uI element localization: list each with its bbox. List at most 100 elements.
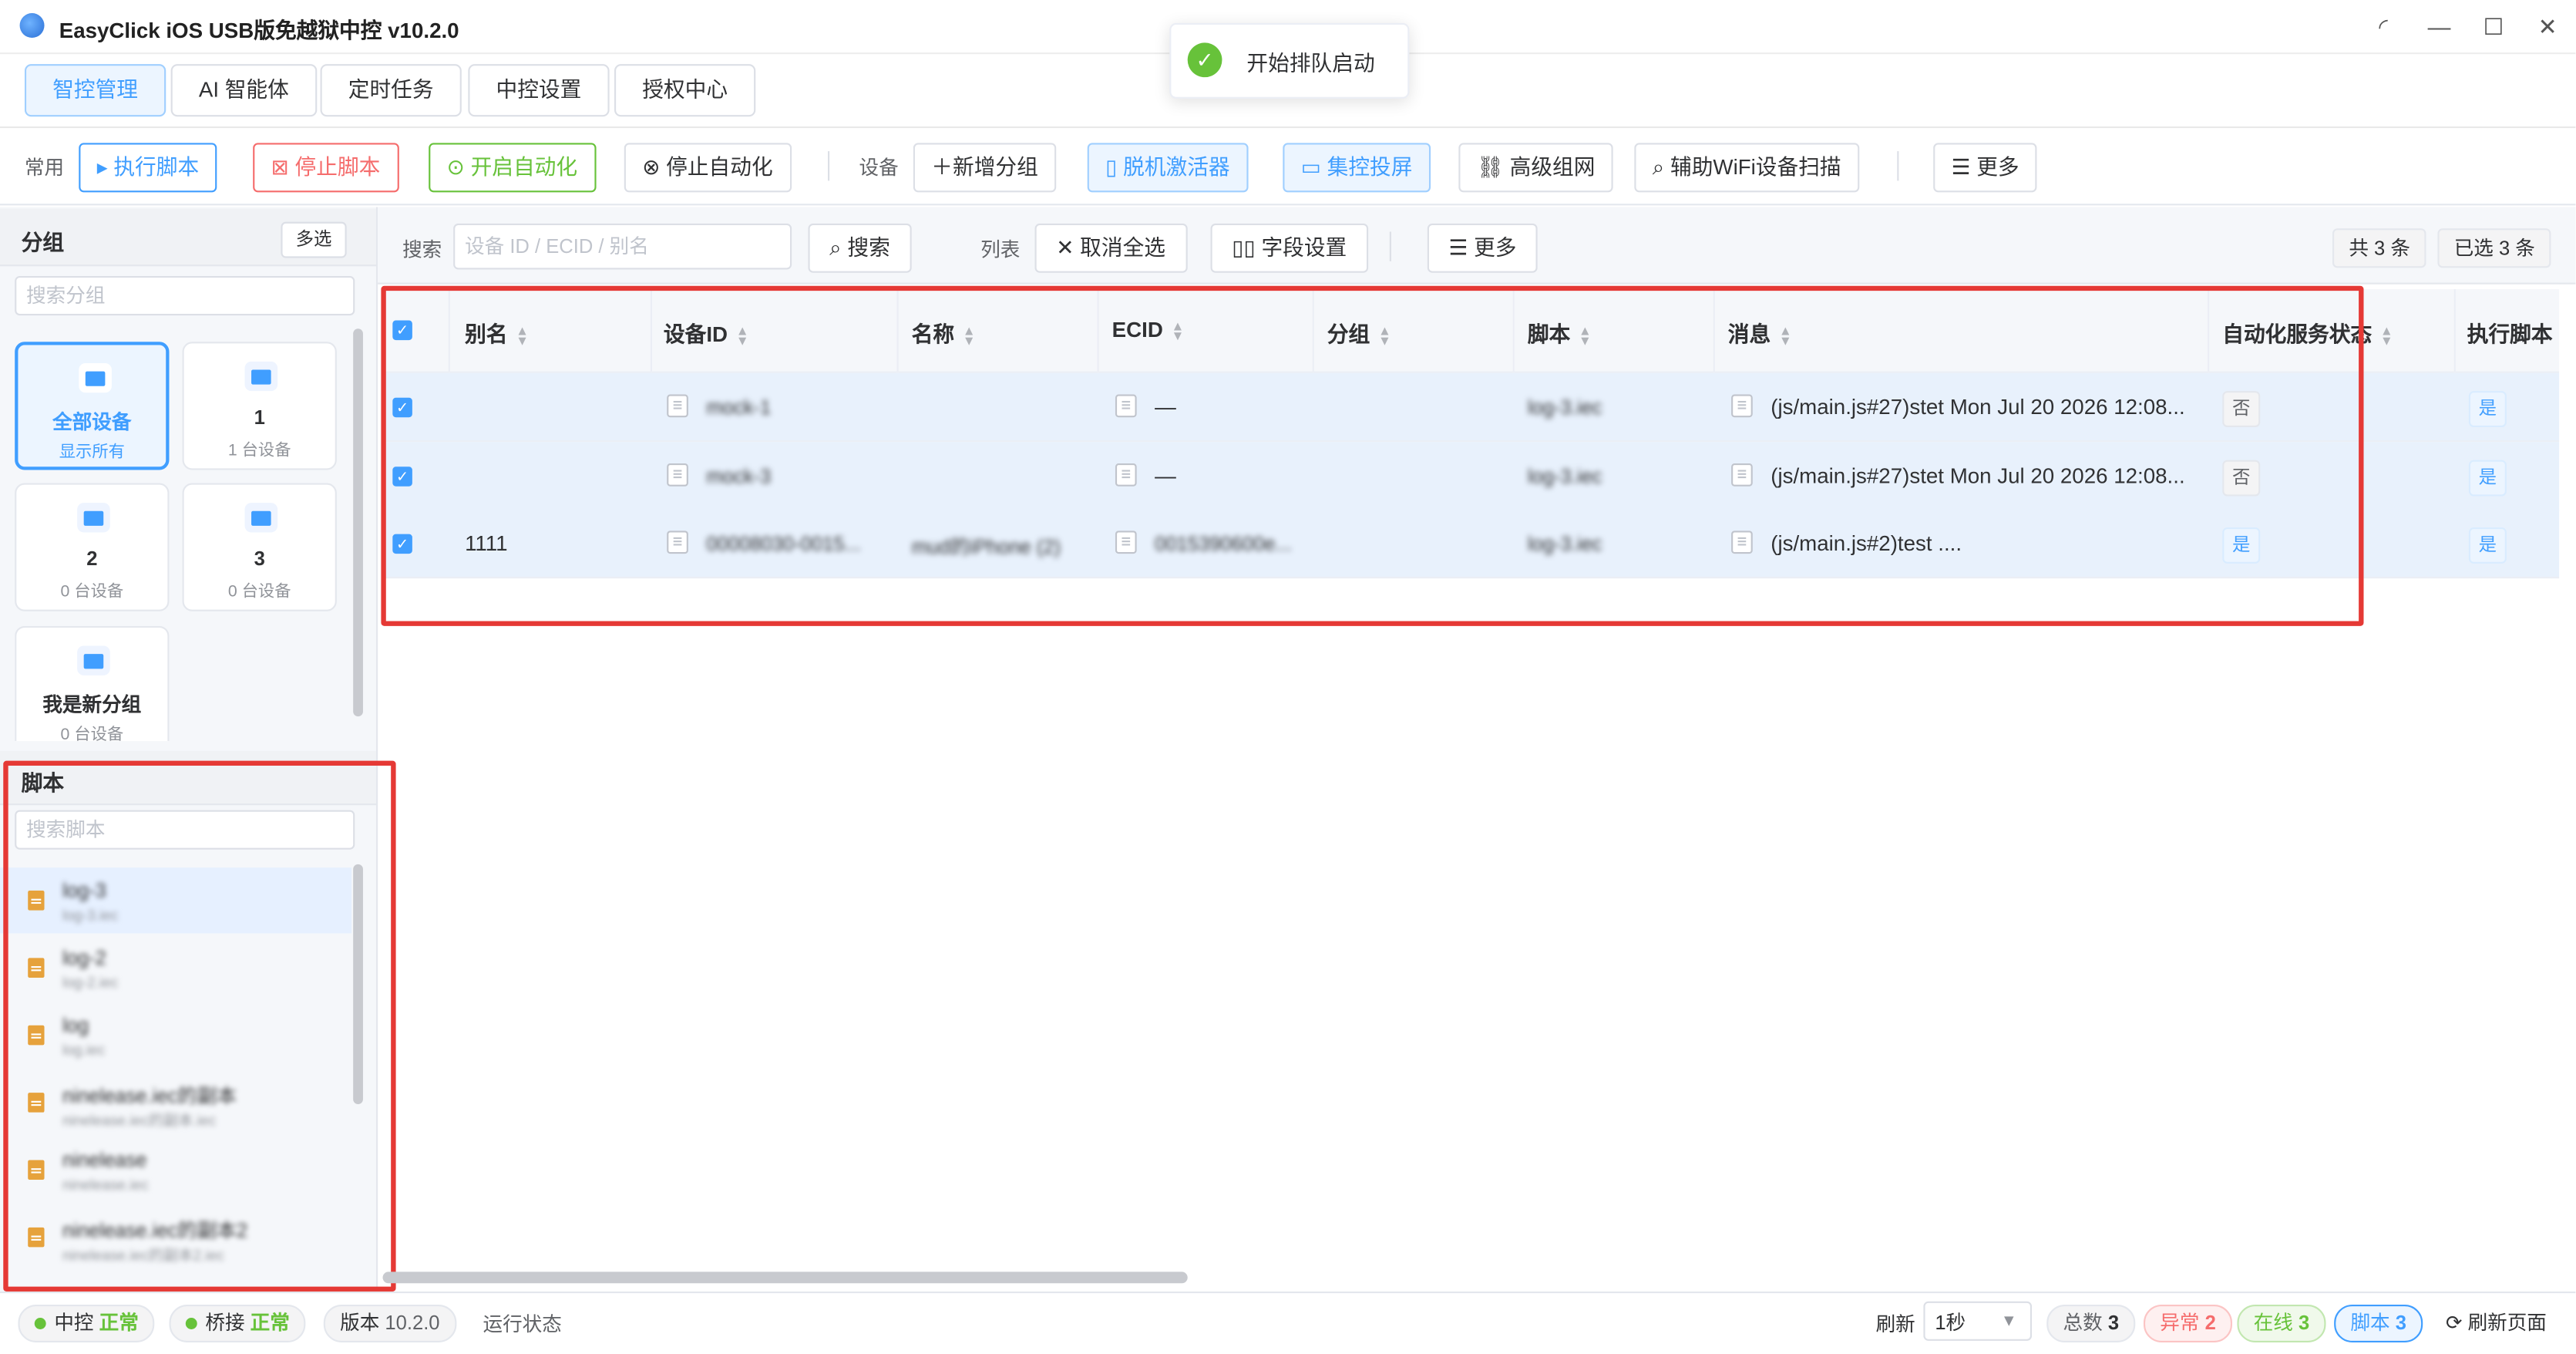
copy-icon[interactable] [667,530,688,554]
copy-icon[interactable] [1731,394,1753,418]
add-group-button[interactable]: ＋新增分组 [913,143,1057,193]
sort-icon: ▲ ▼ [2379,322,2393,348]
script-cell: log-3.iec [1527,396,1602,419]
script-item[interactable]: ninelease ninelease.iec [0,1137,351,1203]
sort-icon: ▲ ▼ [962,322,976,348]
copy-icon[interactable] [1115,394,1137,418]
automation-status-tag: 是 [2222,527,2261,564]
automation-status-tag: 否 [2222,391,2261,428]
col-alias[interactable]: 别名 ▲ ▼ [465,317,529,348]
tab-control-settings[interactable]: 中控设置 [468,64,610,117]
run-script-button[interactable]: ▸ 执行脚本 [79,143,217,193]
file-icon [28,958,45,978]
col-script[interactable]: 脚本 ▲ ▼ [1528,317,1592,348]
search-label: 搜索 [402,237,442,261]
offline-activator-button[interactable]: ▯ 脱机激活器 [1087,143,1249,193]
script-item[interactable]: log log.iec [0,1002,351,1068]
column-divider [1512,289,1515,372]
refresh-label: 刷新 [1875,1312,1915,1336]
ecid-cell: — [1155,463,1176,488]
screen-control-button[interactable]: ▭ 集控投屏 [1283,143,1431,193]
stop-automation-button[interactable]: ⊗ 停止自动化 [624,143,792,193]
toast-message: 开始排队启动 [1246,51,1375,76]
close-icon[interactable]: ✕ [2530,10,2566,43]
table-horizontal-scrollbar[interactable] [382,1271,1188,1284]
device-search-input[interactable] [453,223,792,270]
refresh-icon: ⟳ [2446,1311,2468,1335]
status-dot-icon [34,1318,46,1330]
start-automation-button[interactable]: ⊙ 开启自动化 [429,143,596,193]
group-search-input[interactable] [15,276,355,316]
wifi-scan-button[interactable]: ⌕ 辅助WiFi设备扫描 [1634,143,1860,193]
script-item[interactable]: ninelease.iec的副本 ninelease.iec的副本.iec [0,1069,351,1135]
col-message[interactable]: 消息 ▲ ▼ [1728,317,1792,348]
tab-ai-agent[interactable]: AI 智能体 [170,64,318,117]
exec-script-tag: 是 [2468,391,2507,428]
group-card[interactable]: 3 0 台设备 [182,483,337,611]
script-search-input[interactable] [15,810,355,850]
maximize-icon[interactable]: ☐ [2475,10,2511,43]
multi-select-button[interactable]: 多选 [281,221,347,258]
script-cell: log-3.iec [1527,465,1602,488]
device-id-cell: mock-1 [706,396,772,419]
stop-script-button[interactable]: ⊠ 停止脚本 [253,143,399,193]
group-card[interactable]: 我是新分组 0 台设备 [15,625,170,744]
select-all-checkbox[interactable]: ✓ [392,320,412,341]
divider [1897,151,1899,181]
script-scrollbar[interactable] [353,864,363,1105]
row-checkbox[interactable]: ✓ [392,466,412,487]
device-id-cell: 00008030-0015... [706,532,861,556]
tab-scheduled-tasks[interactable]: 定时任务 [320,64,462,117]
col-exec-script[interactable]: 执行脚本 [2467,317,2553,348]
list-more-button[interactable]: ☰ 更多 [1427,223,1539,273]
group-card[interactable]: 2 0 台设备 [15,483,170,611]
refresh-interval-select[interactable]: 1秒 ▼ [1923,1301,2033,1341]
col-automation-status[interactable]: 自动化服务状态 ▲ ▼ [2222,317,2393,348]
list-label: 列表 [980,237,1021,261]
copy-icon[interactable] [667,463,688,487]
col-name[interactable]: 名称 ▲ ▼ [912,317,976,348]
copy-icon[interactable] [1731,530,1753,554]
sort-icon: ▲ ▼ [1578,322,1592,348]
plus-icon: ＋ [931,154,953,180]
minimize-icon[interactable]: — [2421,10,2457,43]
script-item[interactable]: log-2 log-2.iec [0,935,351,1001]
name-cell: mud的iPhone (2) [911,535,1061,559]
divider [1389,231,1391,261]
advanced-network-button[interactable]: ⛓ 高级组网 [1458,143,1613,193]
deselect-all-button[interactable]: ✕ 取消全选 [1034,223,1187,273]
phone-icon: ▯ [1105,154,1124,180]
script-count-badge: 脚本 3 [2334,1305,2423,1343]
tab-license-center[interactable]: 授权中心 [614,64,756,117]
group-card[interactable]: 1 1 台设备 [182,342,337,470]
group-scrollbar[interactable] [353,328,363,717]
group-card-all[interactable]: 全部设备 显示所有 [15,342,170,470]
sort-icon: ▲ ▼ [1377,322,1391,348]
search-button[interactable]: ⌕ 搜索 [808,223,912,273]
script-item[interactable]: log-3 log-3.iec [0,867,352,934]
refresh-page-button[interactable]: ⟳ 刷新页面 [2446,1308,2547,1335]
phone-icon [79,362,112,393]
message-cell: (js/main.js#2)test .... [1771,530,1962,556]
divider [828,151,830,181]
central-status: 中控 正常 [18,1305,156,1343]
row-checkbox[interactable]: ✓ [392,397,412,418]
field-settings-button[interactable]: ▯▯ 字段设置 [1210,223,1368,273]
automation-status-tag: 否 [2222,460,2261,497]
col-group[interactable]: 分组 ▲ ▼ [1327,317,1391,348]
copy-icon[interactable] [667,394,688,418]
tab-smart-control[interactable]: 智控管理 [24,64,166,117]
copy-icon[interactable] [1731,463,1753,487]
copy-icon[interactable] [1115,463,1137,487]
more-button[interactable]: ☰ 更多 [1933,143,2038,193]
col-device-id[interactable]: 设备ID ▲ ▼ [664,317,749,348]
status-dot-icon [185,1318,197,1330]
row-checkbox[interactable]: ✓ [392,534,412,554]
col-ecid[interactable]: ECID ▲ ▼ [1112,317,1185,342]
column-divider [650,289,653,372]
copy-icon[interactable] [1115,530,1137,554]
script-item[interactable]: ninelease.iec的副本2 ninelease.iec的副本2.iec [0,1204,351,1270]
list-icon: ☰ [1951,154,1977,180]
link-icon: ⛓ [1476,154,1510,180]
total-count: 共 3 条 [2332,228,2427,268]
